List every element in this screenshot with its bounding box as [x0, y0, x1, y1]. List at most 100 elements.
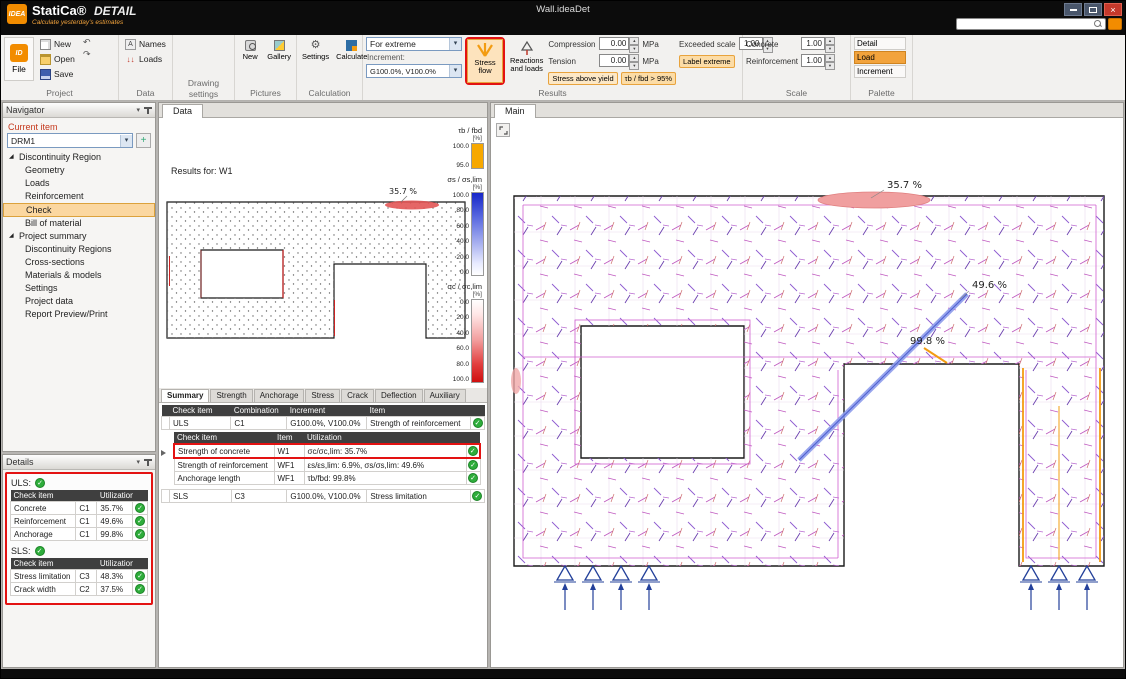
header-item: Item — [274, 432, 304, 444]
tree-label: Reinforcement — [25, 190, 84, 203]
spin-down-icon[interactable]: ▼ — [629, 62, 639, 70]
expander-icon[interactable]: ◢ — [9, 230, 16, 243]
reinforcement-scale-spinner[interactable]: ▲▼ — [825, 54, 835, 70]
tab-deflection[interactable]: Deflection — [375, 389, 423, 402]
palette-load-button[interactable]: Load — [854, 51, 906, 64]
expander-icon[interactable]: ◢ — [9, 151, 16, 164]
legend-bar-red — [471, 299, 484, 383]
current-item-row: DRM1 ▾ + — [3, 133, 155, 151]
minimize-button[interactable] — [1064, 3, 1082, 16]
names-button[interactable]: ANames — [122, 37, 169, 51]
tick: 100.0 — [453, 376, 469, 383]
tab-crack[interactable]: Crack — [341, 389, 374, 402]
search-go-button[interactable] — [1108, 18, 1122, 30]
concrete-scale-spinner[interactable]: ▲▼ — [825, 37, 835, 53]
search-input[interactable] — [956, 18, 1106, 30]
stress-flow-button[interactable]: Stress flow — [467, 39, 503, 83]
save-button[interactable]: Save — [37, 67, 78, 81]
panel-collapse-icon[interactable]: ▾ — [136, 458, 140, 466]
tree-item-project-data[interactable]: Project data — [3, 295, 155, 308]
tree-item-settings[interactable]: Settings — [3, 282, 155, 295]
compression-spinner[interactable]: ▲▼ — [629, 37, 639, 53]
spin-up-icon[interactable]: ▲ — [629, 54, 639, 62]
calculation-group-content: ⚙Settings Calculate — [297, 35, 362, 88]
table-row-strength-of-reinforcement[interactable]: Strength of reinforcement WF1 εs/εs,lim:… — [174, 458, 480, 472]
cell-increment: G100.0%, V100.0% — [287, 490, 367, 503]
support-icon — [582, 566, 604, 610]
picture-new-button[interactable]: New — [238, 37, 262, 79]
spin-down-icon[interactable]: ▼ — [825, 45, 835, 53]
table-row-crack-width[interactable]: Crack width C2 37.5% ✓ — [11, 583, 148, 596]
tree-item-bill-of-material[interactable]: Bill of material — [3, 217, 155, 230]
maximize-button[interactable] — [1084, 3, 1102, 16]
reinforcement-scale-input[interactable]: 1.00 ▲▼ — [801, 54, 835, 70]
tree-item-geometry[interactable]: Geometry — [3, 164, 155, 177]
table-row-strength-of-concrete[interactable]: Strength of concrete W1 σc/σc,lim: 35.7%… — [174, 444, 480, 458]
pin-icon[interactable] — [144, 458, 152, 467]
gallery-button[interactable]: Gallery — [265, 37, 293, 79]
support-icon — [638, 566, 660, 610]
main-viewport[interactable]: 35.7 % 49.6 % 99.8 % — [491, 118, 1123, 667]
stress-above-yield-button[interactable]: Stress above yield — [548, 72, 617, 85]
panel-collapse-icon[interactable]: ▾ — [136, 106, 140, 114]
current-item-select[interactable]: DRM1 ▾ — [7, 133, 133, 148]
spin-up-icon[interactable]: ▲ — [825, 54, 835, 62]
fit-view-button[interactable] — [496, 123, 510, 137]
tab-stress[interactable]: Stress — [305, 389, 340, 402]
tab-data[interactable]: Data — [162, 104, 203, 118]
tree-item-materials-models[interactable]: Materials & models — [3, 269, 155, 282]
tension-input[interactable]: 0.00 ▲▼ — [599, 54, 639, 70]
loads-button[interactable]: ↓↓Loads — [122, 52, 169, 66]
label-extreme-button[interactable]: Label extreme — [679, 55, 735, 68]
tick: 20.0 — [453, 254, 469, 261]
new-button[interactable]: New — [37, 37, 78, 51]
table-row-stress-limitation[interactable]: Stress limitation C3 48.3% ✓ — [11, 570, 148, 583]
spin-up-icon[interactable]: ▲ — [825, 37, 835, 45]
extreme-column: For extreme ▾ Increment: G100.0%, V100.0… — [366, 37, 462, 78]
tree-item-discontinuity-region[interactable]: ◢Discontinuity Region — [3, 151, 155, 164]
tree-item-reinforcement[interactable]: Reinforcement — [3, 190, 155, 203]
add-item-button[interactable]: + — [136, 133, 151, 148]
tab-strength[interactable]: Strength — [210, 389, 252, 402]
tab-main[interactable]: Main — [494, 104, 536, 118]
spin-down-icon[interactable]: ▼ — [629, 45, 639, 53]
tree-item-check[interactable]: Check — [3, 203, 155, 217]
open-button[interactable]: Open — [37, 52, 78, 66]
tab-auxiliary[interactable]: Auxiliary — [424, 389, 466, 402]
tree-item-project-summary[interactable]: ◢Project summary — [3, 230, 155, 243]
table-row-sls[interactable]: SLS C3 G100.0%, V100.0% Stress limitatio… — [162, 490, 485, 503]
tree-item-cross-sections[interactable]: Cross-sections — [3, 256, 155, 269]
table-row-anchorage-length[interactable]: Anchorage length WF1 τb/fbd: 99.8% ✓ — [174, 472, 480, 485]
tree-item-loads[interactable]: Loads — [3, 177, 155, 190]
data-canvas[interactable]: Results for: W1 35.7 % — [159, 118, 487, 667]
header-check-item: Check item — [174, 432, 274, 444]
concrete-scale-input[interactable]: 1.00 ▲▼ — [801, 37, 835, 53]
palette-increment-button[interactable]: Increment — [854, 65, 906, 78]
tree-item-report-preview-print[interactable]: Report Preview/Print — [3, 308, 155, 321]
save-disk-icon — [40, 69, 51, 80]
left-column: Navigator ▾ Current item DRM1 ▾ + — [2, 102, 156, 668]
table-row-concrete[interactable]: Concrete C1 35.7% ✓ — [11, 502, 148, 515]
increment-select[interactable]: G100.0%, V100.0% ▾ — [366, 64, 462, 78]
extreme-select[interactable]: For extreme ▾ — [366, 37, 462, 51]
table-row-uls[interactable]: ULS C1 G100.0%, V100.0% Strength of rein… — [162, 417, 485, 430]
table-row-anchorage[interactable]: Anchorage C1 99.8% ✓ — [11, 528, 148, 541]
redo-button[interactable]: ↷ — [81, 49, 93, 60]
spin-up-icon[interactable]: ▲ — [629, 37, 639, 45]
tree-item-discontinuity-regions[interactable]: Discontinuity Regions — [3, 243, 155, 256]
close-button[interactable]: × — [1104, 3, 1122, 16]
reactions-loads-button[interactable]: Reactions and loads — [508, 37, 545, 79]
tb-fbd-95-button[interactable]: τb / fbd > 95% — [621, 72, 676, 85]
ribbon-group-drawing-settings: Drawing settings — [173, 35, 235, 100]
compression-input[interactable]: 0.00 ▲▼ — [599, 37, 639, 53]
settings-button[interactable]: ⚙Settings — [300, 37, 331, 79]
spin-down-icon[interactable]: ▼ — [825, 62, 835, 70]
pin-icon[interactable] — [144, 106, 152, 115]
tension-spinner[interactable]: ▲▼ — [629, 54, 639, 70]
undo-button[interactable]: ↶ — [81, 37, 93, 48]
table-row-reinforcement[interactable]: Reinforcement C1 49.6% ✓ — [11, 515, 148, 528]
tab-summary[interactable]: Summary — [161, 389, 209, 402]
palette-detail-button[interactable]: Detail — [854, 37, 906, 50]
file-button[interactable]: ID File — [4, 37, 34, 81]
tab-anchorage[interactable]: Anchorage — [254, 389, 305, 402]
